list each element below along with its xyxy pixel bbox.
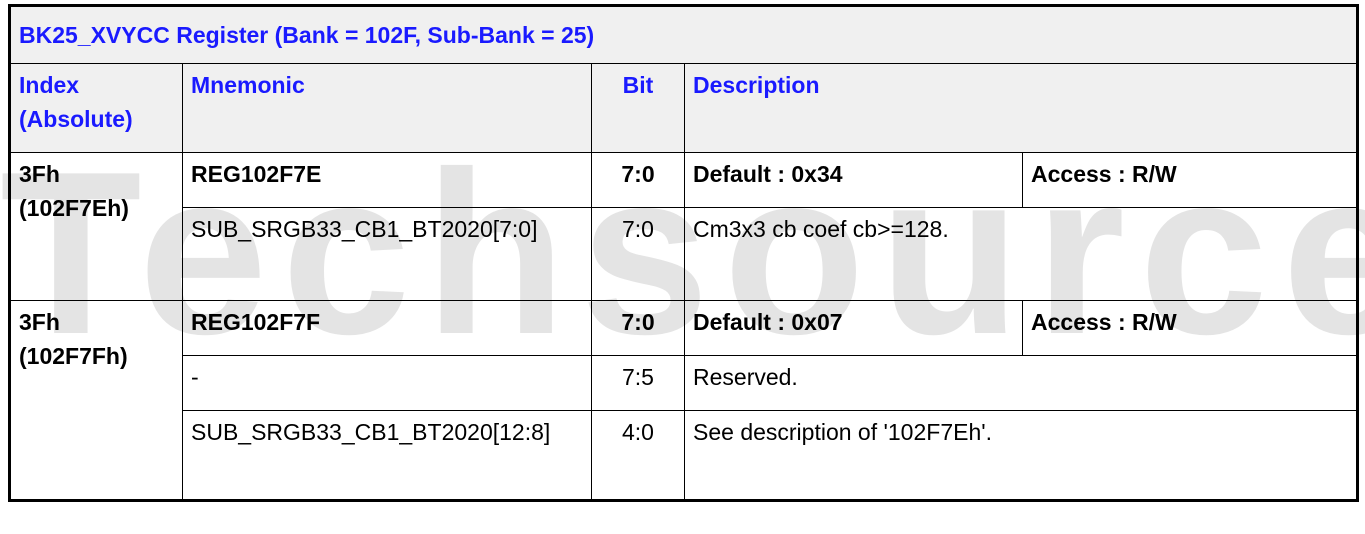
header-bit: Bit	[591, 63, 685, 153]
register-table: BK25_XVYCC Register (Bank = 102F, Sub-Ba…	[8, 4, 1359, 502]
register-row: 3Fh (102F7Fh) REG102F7F 7:0 Default : 0x…	[9, 300, 1358, 501]
field-mnemonic: SUB_SRGB33_CB1_BT2020[12:8]	[182, 410, 592, 501]
register-index: 3Fh (102F7Eh)	[9, 152, 183, 301]
field-bits: 7:5	[591, 355, 685, 411]
register-default: Default : 0x34	[684, 152, 1023, 208]
register-name: REG102F7F	[182, 300, 592, 356]
field-mnemonic: -	[182, 355, 592, 411]
header-mnemonic: Mnemonic	[182, 63, 592, 153]
header-description: Description	[684, 63, 1358, 153]
register-row: 3Fh (102F7Eh) REG102F7E 7:0 Default : 0x…	[9, 152, 1358, 301]
register-default: Default : 0x07	[684, 300, 1023, 356]
field-bits: 7:0	[591, 207, 685, 301]
register-access: Access : R/W	[1022, 300, 1358, 356]
field-description: See description of '102F7Eh'.	[684, 410, 1358, 501]
field-row: SUB_SRGB33_CB1_BT2020[7:0] 7:0 Cm3x3 cb …	[10, 207, 1358, 301]
field-description: Cm3x3 cb coef cb>=128.	[684, 207, 1358, 301]
field-description: Reserved.	[684, 355, 1358, 411]
header-row: Index (Absolute) Mnemonic Bit Descriptio…	[9, 63, 1358, 153]
field-bits: 4:0	[591, 410, 685, 501]
field-row: - 7:5 Reserved.	[10, 355, 1358, 411]
register-access: Access : R/W	[1022, 152, 1358, 208]
header-index: Index (Absolute)	[9, 63, 183, 153]
register-name: REG102F7E	[182, 152, 592, 208]
register-index: 3Fh (102F7Fh)	[9, 300, 183, 501]
field-mnemonic: SUB_SRGB33_CB1_BT2020[7:0]	[182, 207, 592, 301]
register-bits: 7:0	[591, 152, 685, 208]
field-row: SUB_SRGB33_CB1_BT2020[12:8] 4:0 See desc…	[10, 410, 1358, 501]
table-title: BK25_XVYCC Register (Bank = 102F, Sub-Ba…	[9, 5, 1358, 64]
register-bits: 7:0	[591, 300, 685, 356]
